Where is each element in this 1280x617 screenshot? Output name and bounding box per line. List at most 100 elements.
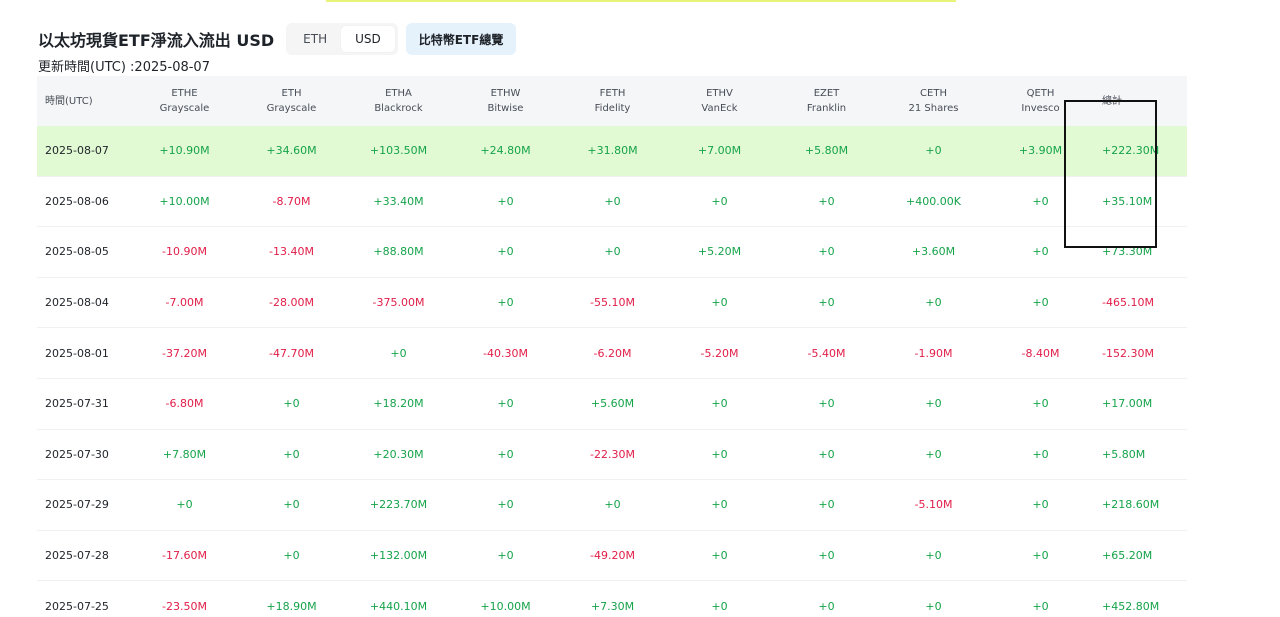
flow-cell: +223.70M <box>369 498 428 512</box>
flow-cell: +31.80M <box>587 144 638 158</box>
flow-cell: +0 <box>1032 397 1049 411</box>
flow-cell: +7.00M <box>697 144 742 158</box>
flow-cell: -23.50M <box>162 599 207 613</box>
flow-cell: -5.20M <box>700 346 739 360</box>
flow-cell: +7.30M <box>590 599 635 613</box>
column-issuer: Bitwise <box>487 103 524 114</box>
flow-cell: +3.60M <box>911 245 956 259</box>
flow-cell: +10.90M <box>159 144 210 158</box>
column-ticker: QETH <box>1026 88 1055 99</box>
column-issuer: Franklin <box>806 103 847 114</box>
flow-cell: +5.80M <box>804 144 849 158</box>
column-header: FETH Fidelity <box>559 86 666 116</box>
column-issuer: 21 Shares <box>908 103 959 114</box>
column-header: ETHA Blackrock <box>345 86 452 116</box>
flow-cell: +0 <box>497 397 514 411</box>
updated-time: 更新時間(UTC) :2025-08-07 <box>38 60 210 75</box>
column-header: ETHE Grayscale <box>131 86 238 116</box>
flow-cell: -17.60M <box>162 549 207 563</box>
flow-cell: +7.80M <box>162 447 207 461</box>
column-ticker: FETH <box>599 88 626 99</box>
table-row: 2025-07-30 +7.80M +0 +20.30M +0 -22.30M +0 +0 +0… <box>37 430 1187 481</box>
page-header: 以太坊現貨ETF淨流入流出 USD ETH USD 比特幣ETF總覽 <box>38 22 517 56</box>
column-ticker: 時間(UTC) <box>45 95 93 107</box>
table-body: 2025-08-07 +10.90M +34.60M +103.50M +24.80M +… <box>37 126 1187 617</box>
flow-cell: +0 <box>818 194 835 208</box>
column-ticker: ETH <box>281 88 302 99</box>
flow-cell: +3.90M <box>1018 144 1063 158</box>
table-row: 2025-07-28 -17.60M +0 +132.00M +0 -49.20M +0 +0… <box>37 531 1187 582</box>
row-date: 2025-07-30 <box>45 447 109 461</box>
total-cell: +65.20M <box>1102 549 1153 563</box>
column-issuer: Invesco <box>1021 103 1060 114</box>
top-accent-bar <box>326 0 956 2</box>
row-date: 2025-08-06 <box>45 194 109 208</box>
flow-cell: +0 <box>604 498 621 512</box>
flow-cell: +0 <box>1032 296 1049 310</box>
flow-cell: -6.80M <box>165 397 204 411</box>
flow-cell: +0 <box>925 296 942 310</box>
column-header: ETH Grayscale <box>238 86 345 116</box>
total-cell: -152.30M <box>1102 346 1154 360</box>
column-ticker: ETHE <box>171 88 198 99</box>
total-cell: +73.30M <box>1102 245 1153 259</box>
column-ticker: 總計 <box>1102 95 1122 107</box>
flow-cell: +0 <box>390 346 407 360</box>
flow-cell: +0 <box>925 447 942 461</box>
toggle-usd[interactable]: USD <box>341 26 395 52</box>
flow-cell: +0 <box>497 296 514 310</box>
flow-cell: +18.20M <box>373 397 424 411</box>
flow-cell: -40.30M <box>483 346 528 360</box>
total-cell: +218.60M <box>1102 498 1160 512</box>
row-date: 2025-08-04 <box>45 296 109 310</box>
flow-cell: +33.40M <box>373 194 424 208</box>
unit-toggle: ETH USD <box>286 23 398 55</box>
flow-cell: -5.40M <box>807 346 846 360</box>
flow-cell: -10.90M <box>162 245 207 259</box>
flow-cell: +0 <box>497 498 514 512</box>
flow-cell: +0 <box>604 194 621 208</box>
table-row: 2025-08-07 +10.90M +34.60M +103.50M +24.80M +… <box>37 126 1187 177</box>
column-ticker: ETHV <box>706 88 733 99</box>
btc-etf-overview-button[interactable]: 比特幣ETF總覽 <box>405 23 517 55</box>
total-cell: +35.10M <box>1102 194 1153 208</box>
column-ticker: EZET <box>813 88 840 99</box>
flow-cell: +0 <box>818 599 835 613</box>
toggle-eth[interactable]: ETH <box>289 26 341 52</box>
table-row: 2025-08-05 -10.90M -13.40M +88.80M +0 +0 +5.20… <box>37 227 1187 278</box>
row-date: 2025-07-31 <box>45 397 109 411</box>
flow-cell: +0 <box>818 447 835 461</box>
flow-cell: -13.40M <box>269 245 314 259</box>
flow-cell: +0 <box>711 599 728 613</box>
flow-cell: -8.40M <box>1021 346 1060 360</box>
flow-cell: -22.30M <box>590 447 635 461</box>
flow-cell: +0 <box>1032 498 1049 512</box>
flow-cell: +0 <box>1032 245 1049 259</box>
flow-cell: +0 <box>1032 549 1049 563</box>
flow-cell: -47.70M <box>269 346 314 360</box>
column-ticker: CETH <box>920 88 947 99</box>
row-date: 2025-08-05 <box>45 245 109 259</box>
column-header: 總計 <box>1094 94 1187 109</box>
flow-cell: +24.80M <box>480 144 531 158</box>
table-row: 2025-07-25 -23.50M +18.90M +440.10M +10.00M +… <box>37 581 1187 617</box>
flow-cell: +0 <box>711 397 728 411</box>
flow-cell: -37.20M <box>162 346 207 360</box>
flow-cell: +0 <box>283 549 300 563</box>
flow-cell: +0 <box>818 296 835 310</box>
total-cell: +222.30M <box>1102 144 1160 158</box>
flow-cell: +0 <box>818 549 835 563</box>
flow-cell: +0 <box>925 549 942 563</box>
total-cell: +452.80M <box>1102 599 1160 613</box>
flow-cell: +0 <box>176 498 193 512</box>
table-row: 2025-07-29 +0 +0 +223.70M +0 +0 +0 +0 -5.10M +0 +2… <box>37 480 1187 531</box>
flow-cell: +440.10M <box>369 599 428 613</box>
flow-cell: +0 <box>925 397 942 411</box>
flow-cell: +18.90M <box>266 599 317 613</box>
row-date: 2025-08-07 <box>45 144 109 158</box>
flow-cell: +0 <box>711 549 728 563</box>
flow-cell: -375.00M <box>372 296 425 310</box>
flow-cell: -1.90M <box>914 346 953 360</box>
column-issuer: Grayscale <box>266 103 317 114</box>
flow-cell: +0 <box>1032 447 1049 461</box>
